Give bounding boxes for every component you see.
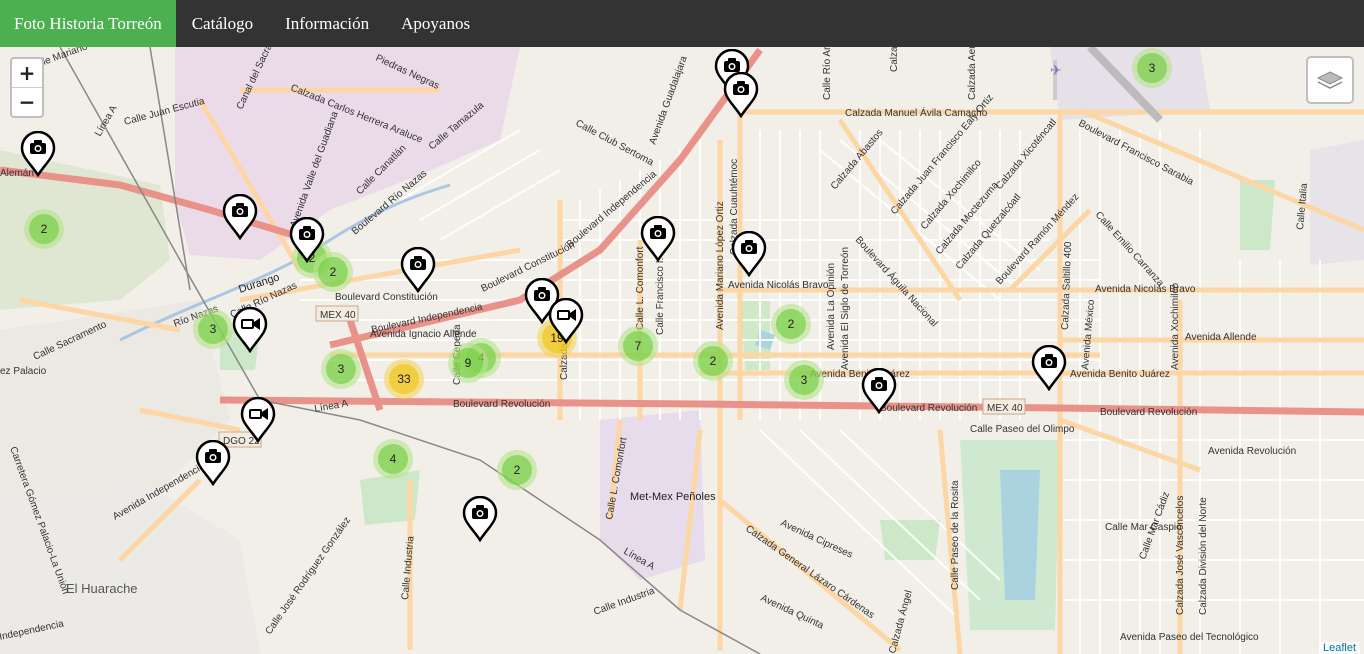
map-label: El Huarache (66, 581, 138, 596)
photo-marker[interactable] (462, 496, 498, 542)
map-label: Avenida La Opinión (826, 263, 837, 350)
marker-cluster[interactable]: 33 (384, 359, 424, 399)
marker-cluster[interactable]: 3 (784, 360, 824, 400)
nav-catalogo[interactable]: Catálogo (176, 0, 269, 47)
map-label: Avenida Nicolás Bravo (728, 280, 829, 291)
map-label: Calle Mar Caspio (1105, 522, 1182, 533)
cluster-count: 2 (698, 346, 728, 376)
cluster-count: 33 (389, 364, 419, 394)
cluster-count: 3 (1137, 53, 1167, 83)
layers-button[interactable] (1306, 56, 1354, 104)
photo-marker[interactable] (723, 72, 759, 118)
map-label: MEX 40 (987, 403, 1023, 414)
map-label: Avenida Allende (1185, 332, 1257, 343)
video-marker[interactable] (240, 397, 276, 443)
cluster-count: 3 (198, 314, 228, 344)
zoom-in-button[interactable]: + (12, 59, 42, 88)
map-base-tiles: Calzada Manuel Ávila Camacho Alemán Boul… (0, 47, 1364, 654)
nav-apoyanos[interactable]: Apoyanos (385, 0, 486, 47)
marker-cluster[interactable]: 3 (1132, 48, 1172, 88)
video-marker[interactable] (232, 307, 268, 353)
map-label: Avenida Revolución (1208, 446, 1296, 457)
marker-cluster[interactable]: 7 (618, 326, 658, 366)
photo-marker[interactable] (640, 216, 676, 262)
map-label: Avenida El Siglo de Torreón (840, 247, 851, 370)
map-label: Boulevard Revolución (1100, 407, 1197, 418)
leaflet-attribution-link[interactable]: Leaflet (1318, 642, 1360, 654)
marker-cluster[interactable]: 2 (24, 209, 64, 249)
cluster-count: 3 (789, 365, 819, 395)
photo-marker[interactable] (20, 131, 56, 177)
map-label: Calzada José Vasconcelos (1175, 496, 1186, 615)
cluster-count: 2 (502, 455, 532, 485)
photo-marker[interactable] (861, 368, 897, 414)
cluster-count: 9 (453, 348, 483, 378)
photo-marker[interactable] (222, 194, 258, 240)
map-label: Calzada Aero (967, 47, 978, 100)
brand-link[interactable]: Foto Historia Torreón (0, 0, 176, 47)
marker-cluster[interactable]: 2 (693, 341, 733, 381)
map-label: Boulevard Constitución (335, 292, 438, 303)
map-label: Calzada División del Norte (1198, 497, 1209, 615)
zoom-out-button[interactable]: − (12, 88, 42, 116)
marker-cluster[interactable]: 9 (448, 343, 488, 383)
map[interactable]: Calzada Manuel Ávila Camacho Alemán Boul… (0, 47, 1364, 654)
marker-cluster[interactable]: 2 (497, 450, 537, 490)
cluster-count: 3 (326, 354, 356, 384)
svg-text:✈: ✈ (1050, 63, 1062, 79)
cluster-count: 7 (623, 331, 653, 361)
nav-informacion[interactable]: Información (269, 0, 385, 47)
navbar: Foto Historia Torreón Catálogo Informaci… (0, 0, 1364, 47)
photo-marker[interactable] (731, 231, 767, 277)
map-label: ez Palacio (0, 366, 47, 377)
marker-cluster[interactable]: 3 (321, 349, 361, 389)
zoom-control: + − (10, 57, 44, 118)
map-label: Avenida Paseo del Tecnológico (1120, 632, 1259, 643)
photo-marker[interactable] (195, 440, 231, 486)
marker-cluster[interactable]: 3 (193, 309, 233, 349)
marker-cluster[interactable]: 4 (373, 439, 413, 479)
map-label: Boulevard Revolución (453, 399, 550, 410)
photo-marker[interactable] (400, 247, 436, 293)
map-label: Avenida Mariano López Ortiz (715, 201, 726, 330)
map-label: Met-Mex Peñoles (630, 491, 716, 503)
layers-icon (1316, 71, 1344, 89)
cluster-count: 2 (776, 309, 806, 339)
map-label: Calle Paseo de la Rosita (950, 480, 961, 590)
cluster-count: 4 (378, 444, 408, 474)
map-label: Avenida Xochimilco (1170, 282, 1181, 370)
map-label: MEX 40 (320, 310, 356, 321)
map-label: Calzada (889, 47, 900, 72)
map-label: Calle Paseo del Olimpo (970, 424, 1075, 435)
video-marker[interactable] (548, 298, 584, 344)
photo-marker[interactable] (1031, 345, 1067, 391)
photo-marker[interactable] (289, 217, 325, 263)
marker-cluster[interactable]: 2 (771, 304, 811, 344)
map-label: Calle Río Aram (822, 47, 833, 100)
cluster-count: 2 (29, 214, 59, 244)
